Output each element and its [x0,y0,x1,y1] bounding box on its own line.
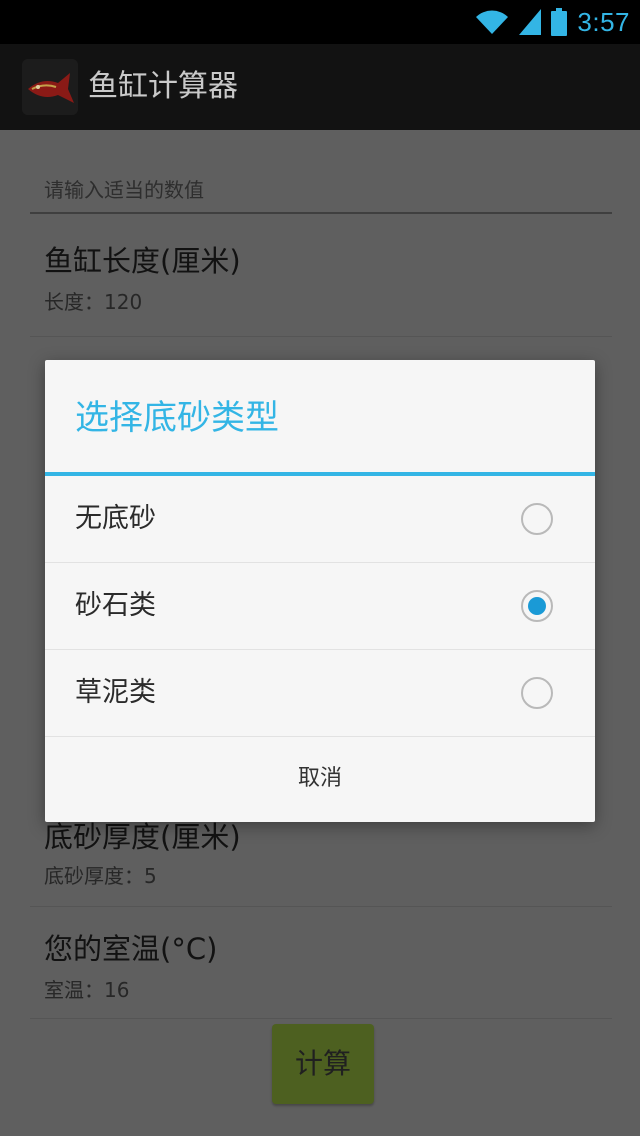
calculate-button[interactable]: 计算 [272,1024,374,1104]
pref-tank-length-summary: 长度：120 [44,290,143,314]
app-title: 鱼缸计算器 [88,69,238,104]
signal-icon [519,9,542,35]
option-label: 砂石类 [75,590,156,621]
action-bar: 鱼缸计算器 [0,44,640,130]
option-soil[interactable]: 草泥类 [45,650,595,736]
radio-button-selected[interactable] [521,590,553,622]
clock: 3:57 [577,6,630,37]
section-header: 请输入适当的数值 [44,178,204,202]
battery-icon [551,8,568,36]
substrate-type-dialog: 选择底砂类型 无底砂 砂石类 草泥类 取消 [45,360,595,822]
radio-button[interactable] [521,677,553,709]
option-gravel[interactable]: 砂石类 [45,563,595,649]
section-divider [30,212,612,214]
wifi-icon [476,10,509,34]
fish-app-icon[interactable] [22,59,78,115]
status-bar-right: 3:57 [475,0,630,44]
cancel-button[interactable]: 取消 [45,736,595,822]
pref-room-temp-title[interactable]: 您的室温(°C) [44,926,217,968]
option-label: 无底砂 [75,503,156,534]
pref-divider [30,906,612,907]
pref-divider [30,336,612,337]
dialog-title: 选择底砂类型 [75,398,279,438]
status-bar: 3:57 [0,0,640,44]
pref-room-temp-summary: 室温：16 [44,978,130,1002]
radio-button[interactable] [521,503,553,535]
option-label: 草泥类 [75,677,156,708]
option-no-substrate[interactable]: 无底砂 [45,476,595,562]
pref-tank-length-title[interactable]: 鱼缸长度(厘米) [44,238,241,280]
pref-divider [30,1018,612,1019]
pref-substrate-depth-summary: 底砂厚度：5 [44,864,157,888]
